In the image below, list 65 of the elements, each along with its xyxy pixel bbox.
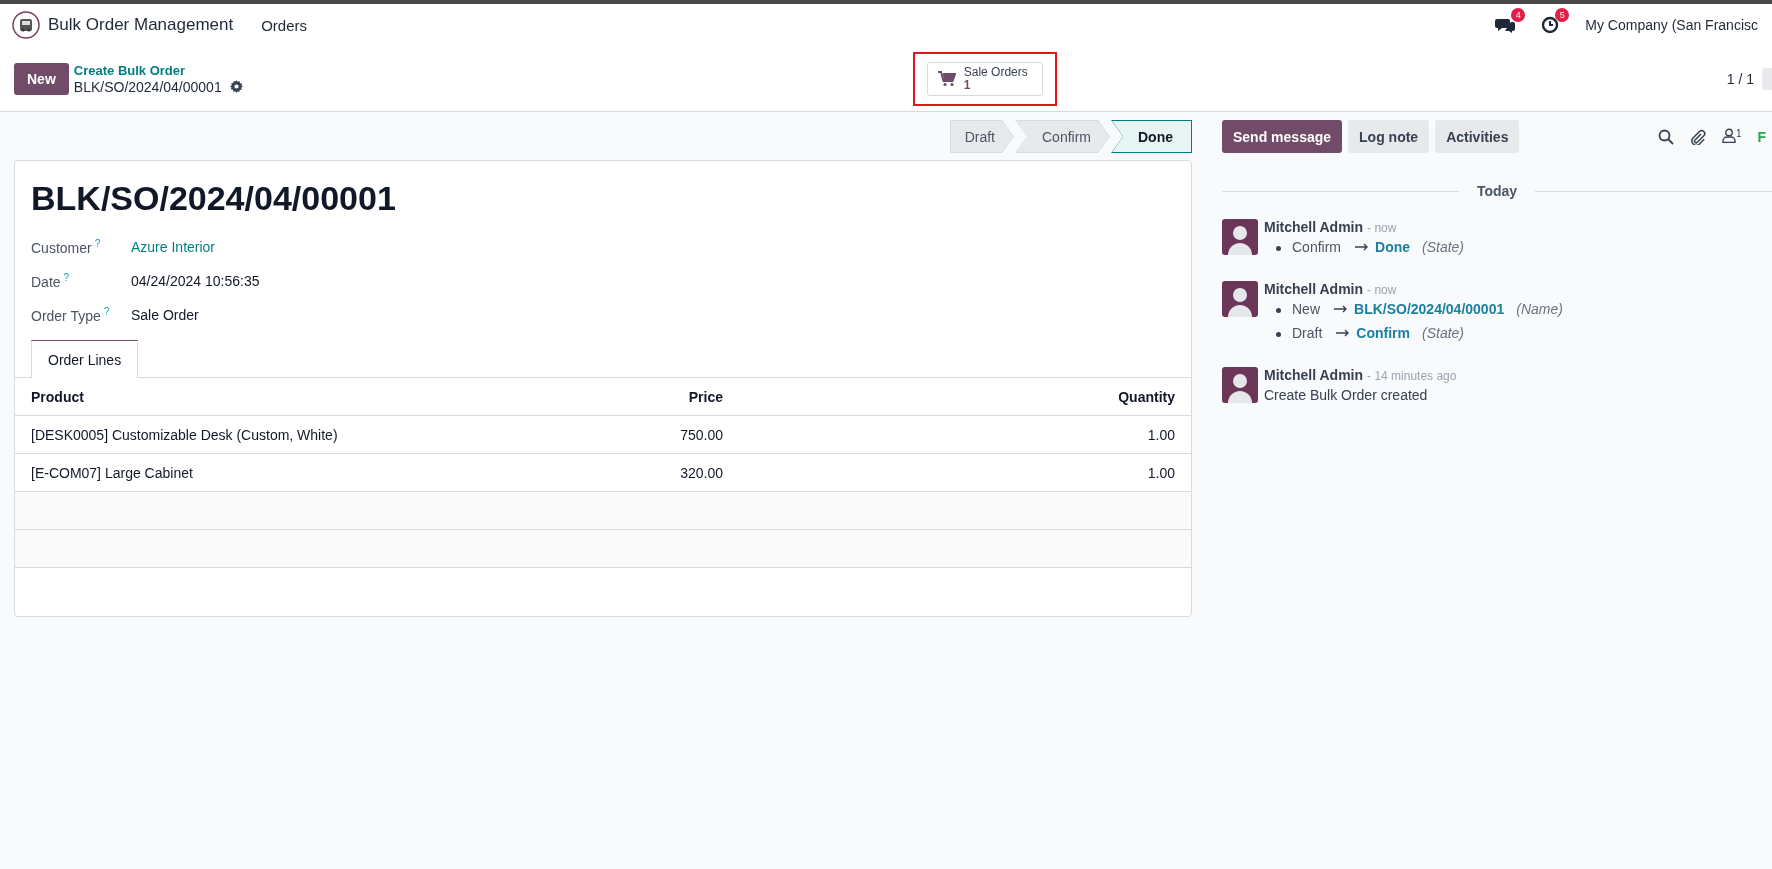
- settings-icon[interactable]: [229, 80, 243, 93]
- person-icon[interactable]: [1721, 127, 1736, 143]
- field-label: Order Type: [31, 307, 101, 324]
- date-separator: Today: [1475, 183, 1519, 199]
- field-link[interactable]: Azure Interior: [131, 239, 216, 255]
- notification-badge: 5: [1555, 8, 1570, 22]
- app-title[interactable]: Bulk Order Management: [48, 15, 234, 35]
- paperclip-icon[interactable]: [1689, 128, 1706, 145]
- table-cell: [E-COM07] Large Cabinet: [15, 453, 608, 492]
- search-icon[interactable]: [1657, 128, 1674, 145]
- field-value: 04/24/2024 10:56:35: [131, 273, 260, 289]
- column-header: Product: [15, 378, 608, 416]
- author-name: Mitchell Admin: [1264, 367, 1364, 383]
- field-label: Customer: [31, 239, 92, 256]
- new-value: Done: [1375, 239, 1410, 255]
- cart-icon: [937, 70, 956, 87]
- notification-badge: 4: [1511, 8, 1526, 22]
- follower-count: 1: [1735, 127, 1742, 139]
- field-label: Date: [31, 273, 61, 290]
- avatar-icon: [1222, 367, 1258, 403]
- chatter-button[interactable]: Send message: [1222, 120, 1343, 153]
- record-name: BLK/SO/2024/04/00001: [73, 78, 222, 95]
- field-value: Sale Order: [131, 307, 199, 323]
- breadcrumb-link[interactable]: Create Bulk Order: [73, 62, 243, 79]
- status-step[interactable]: Draft: [949, 120, 1014, 153]
- chatter-button[interactable]: Activities: [1435, 120, 1520, 153]
- chatter-button[interactable]: Log note: [1348, 120, 1430, 153]
- table-cell: 1.00: [739, 415, 1191, 454]
- company-switcher[interactable]: My Company (San Francisc: [1585, 17, 1758, 33]
- record-title: BLK/SO/2024/04/00001: [30, 178, 397, 219]
- chat-icon[interactable]: [1495, 16, 1516, 34]
- avatar-icon: [1222, 281, 1258, 317]
- status-step[interactable]: Confirm: [1015, 120, 1110, 153]
- new-value: BLK/SO/2024/04/00001: [1354, 301, 1505, 317]
- old-value: Confirm: [1292, 239, 1341, 255]
- table-cell: 750.00: [607, 415, 739, 454]
- message-time: - 14 minutes ago: [1367, 369, 1457, 383]
- column-header: Price: [607, 378, 739, 416]
- message-time: - now: [1367, 283, 1397, 297]
- message-body: Create Bulk Order created: [1264, 387, 1429, 403]
- table-cell: [DESK0005] Customizable Desk (Custom, White): [15, 415, 608, 454]
- old-value: New: [1292, 301, 1320, 317]
- table-cell: 320.00: [607, 453, 739, 492]
- arrow-icon: [1334, 305, 1348, 313]
- clock-icon[interactable]: [1541, 16, 1560, 34]
- field-name: (State): [1422, 325, 1465, 341]
- new-button[interactable]: New: [14, 62, 69, 95]
- author-name: Mitchell Admin: [1264, 281, 1364, 297]
- notebook-tab[interactable]: Order Lines: [31, 340, 139, 378]
- field-name: (State): [1422, 239, 1465, 255]
- arrow-icon: [1336, 329, 1351, 337]
- app-logo-icon[interactable]: [12, 11, 40, 39]
- arrow-icon: [1355, 243, 1369, 251]
- table-cell: 1.00: [739, 453, 1191, 492]
- column-header: Quantity: [739, 378, 1191, 416]
- message-time: - now: [1367, 221, 1397, 235]
- pager-value: 1 / 1: [1726, 70, 1754, 87]
- new-value: Confirm: [1356, 325, 1410, 341]
- menu-item[interactable]: Orders: [253, 12, 316, 38]
- field-name: (Name): [1516, 301, 1563, 317]
- old-value: Draft: [1292, 325, 1323, 341]
- author-name: Mitchell Admin: [1264, 219, 1364, 235]
- status-step[interactable]: Done: [1111, 120, 1192, 153]
- avatar-icon: [1222, 219, 1258, 255]
- sale-orders-smart-button[interactable]: Sale Orders 1: [926, 61, 1043, 96]
